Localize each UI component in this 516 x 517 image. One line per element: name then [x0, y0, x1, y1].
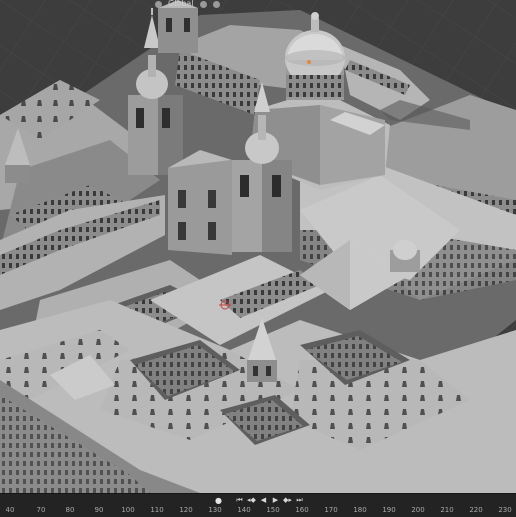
viewport-header: Global: [155, 0, 220, 8]
ruler-tick: 190: [382, 506, 396, 514]
playback-controls: ● ⏮ ◂◆ ◀ ▶ ◆▸ ⏭: [214, 495, 304, 506]
next-keyframe-button[interactable]: ◆▸: [283, 496, 292, 505]
ruler-tick: 40: [5, 506, 15, 514]
frame-ruler[interactable]: 40 70 80 90 100 110 120 130 140 150 160 …: [0, 506, 516, 517]
3d-viewport[interactable]: Global: [0, 0, 516, 493]
ruler-tick: 100: [121, 506, 135, 514]
play-button[interactable]: ▶: [271, 496, 280, 505]
record-button[interactable]: ●: [214, 496, 223, 505]
ruler-tick: 210: [440, 506, 454, 514]
timeline-panel: ● ⏮ ◂◆ ◀ ▶ ◆▸ ⏭ 40 70 80 90 100 110 120 …: [0, 493, 516, 517]
orientation-label[interactable]: Global: [168, 0, 194, 8]
ruler-tick: 150: [266, 506, 280, 514]
ruler-tick: 180: [353, 506, 367, 514]
ruler-tick: 220: [469, 506, 483, 514]
ruler-tick: 140: [237, 506, 251, 514]
ruler-tick: 170: [324, 506, 338, 514]
ruler-tick: 160: [295, 506, 309, 514]
jump-start-button[interactable]: ⏮: [235, 496, 244, 505]
jump-end-button[interactable]: ⏭: [295, 496, 304, 505]
ruler-tick: 200: [411, 506, 425, 514]
ruler-tick: 130: [208, 506, 222, 514]
transform-orientation-icon[interactable]: [155, 0, 162, 8]
play-reverse-button[interactable]: ◀: [259, 496, 268, 505]
pivot-icon[interactable]: [199, 0, 207, 8]
ruler-tick: 70: [36, 506, 46, 514]
ruler-tick: 230: [498, 506, 512, 514]
scene-render: [0, 0, 516, 493]
prev-keyframe-button[interactable]: ◂◆: [247, 496, 256, 505]
ruler-tick: 120: [179, 506, 193, 514]
ruler-tick: 80: [65, 506, 75, 514]
snap-icon[interactable]: [212, 0, 220, 8]
ruler-tick: 110: [150, 506, 164, 514]
ruler-tick: 90: [94, 506, 104, 514]
